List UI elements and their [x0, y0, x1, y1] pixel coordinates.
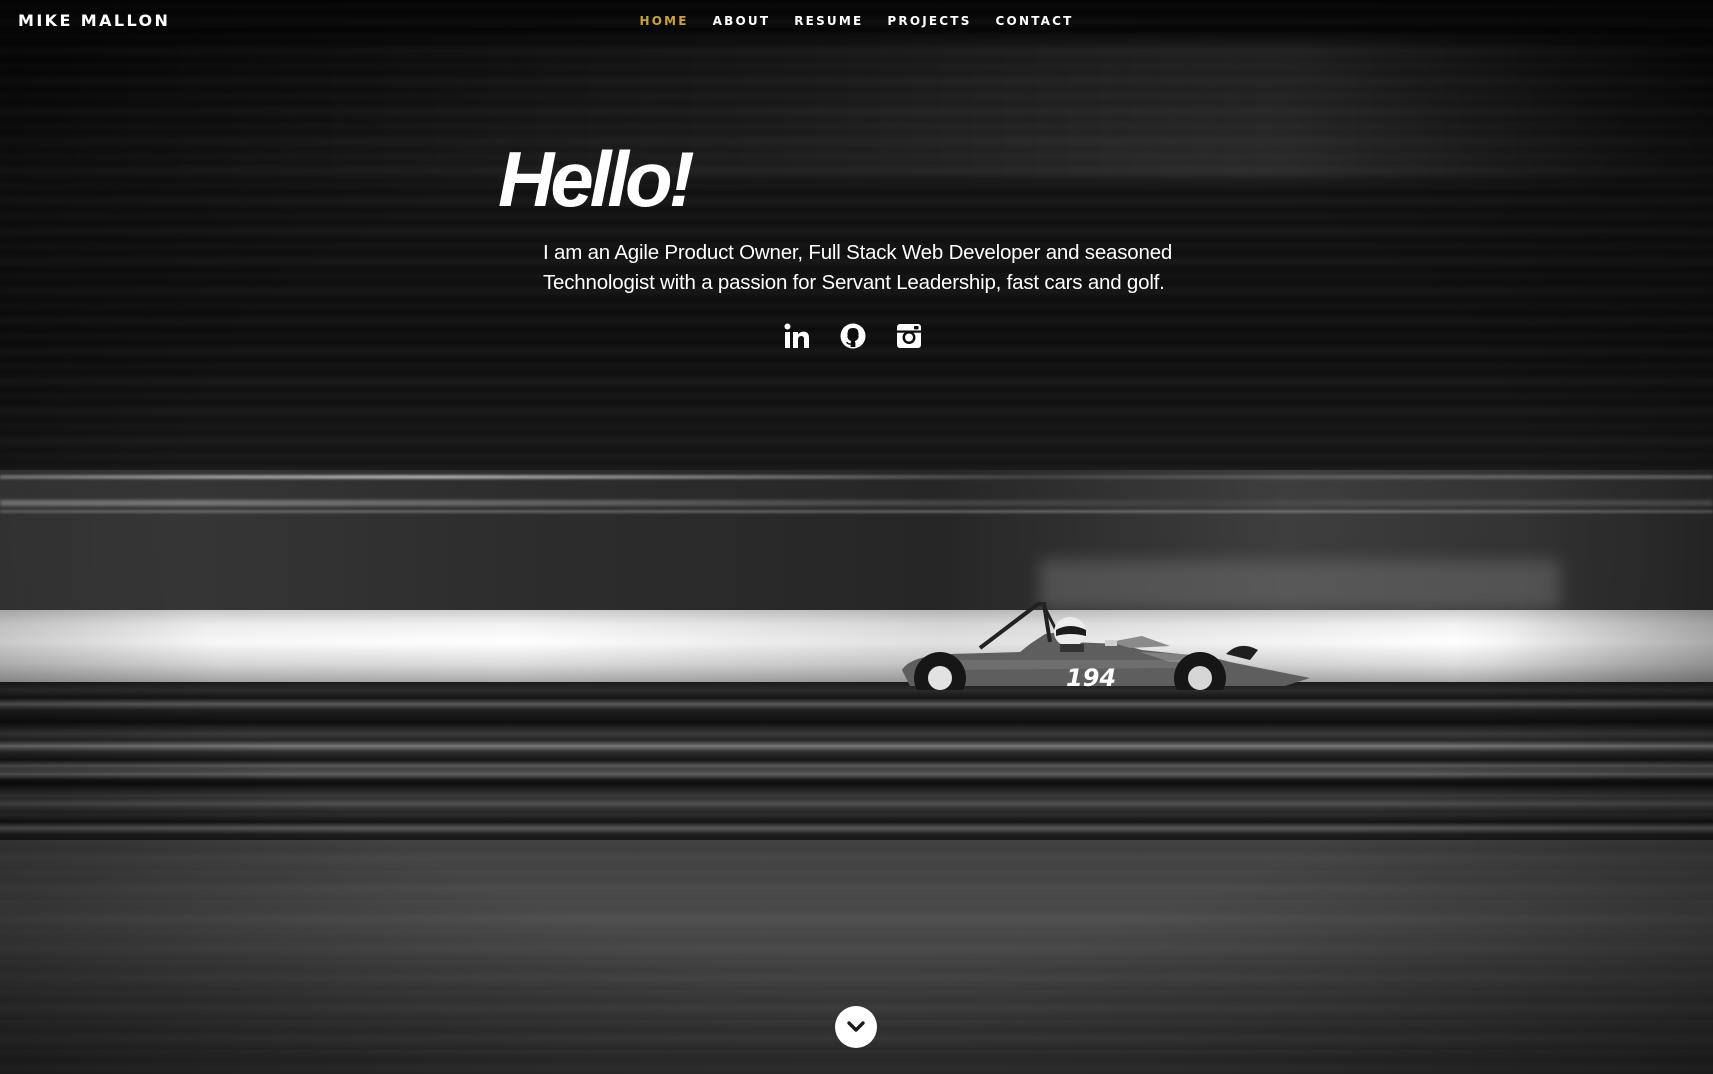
nav-item-projects[interactable]: PROJECTS [875, 14, 983, 28]
background-streak [0, 500, 1713, 506]
car-number: 194 [1066, 664, 1116, 690]
nav-item-resume[interactable]: RESUME [782, 14, 875, 28]
github-icon[interactable] [839, 322, 867, 350]
scroll-down-button[interactable] [835, 1006, 877, 1048]
race-car-image: 194 [902, 602, 1310, 690]
hero-section: 194 MIKE MALLON HOME ABOUT RESUME PROJEC… [0, 0, 1713, 1074]
nav-item-about[interactable]: ABOUT [701, 14, 783, 28]
background-streak [0, 475, 1713, 479]
chevron-down-icon [847, 1021, 865, 1032]
background-track-lines [0, 740, 1713, 820]
top-navigation-bar: MIKE MALLON HOME ABOUT RESUME PROJECTS C… [0, 0, 1713, 44]
background-bright-fade [0, 610, 1713, 682]
hero-tagline: I am an Agile Product Owner, Full Stack … [543, 241, 1173, 294]
nav-item-home[interactable]: HOME [627, 14, 700, 28]
main-nav: HOME ABOUT RESUME PROJECTS CONTACT [0, 14, 1713, 28]
instagram-icon[interactable] [895, 322, 923, 350]
social-links [783, 322, 923, 350]
nav-item-contact[interactable]: CONTACT [984, 14, 1086, 28]
background-streak [0, 510, 1713, 513]
hero-greeting: Hello! [498, 135, 695, 223]
background-glow [0, 40, 1713, 180]
linkedin-icon[interactable] [783, 322, 811, 350]
